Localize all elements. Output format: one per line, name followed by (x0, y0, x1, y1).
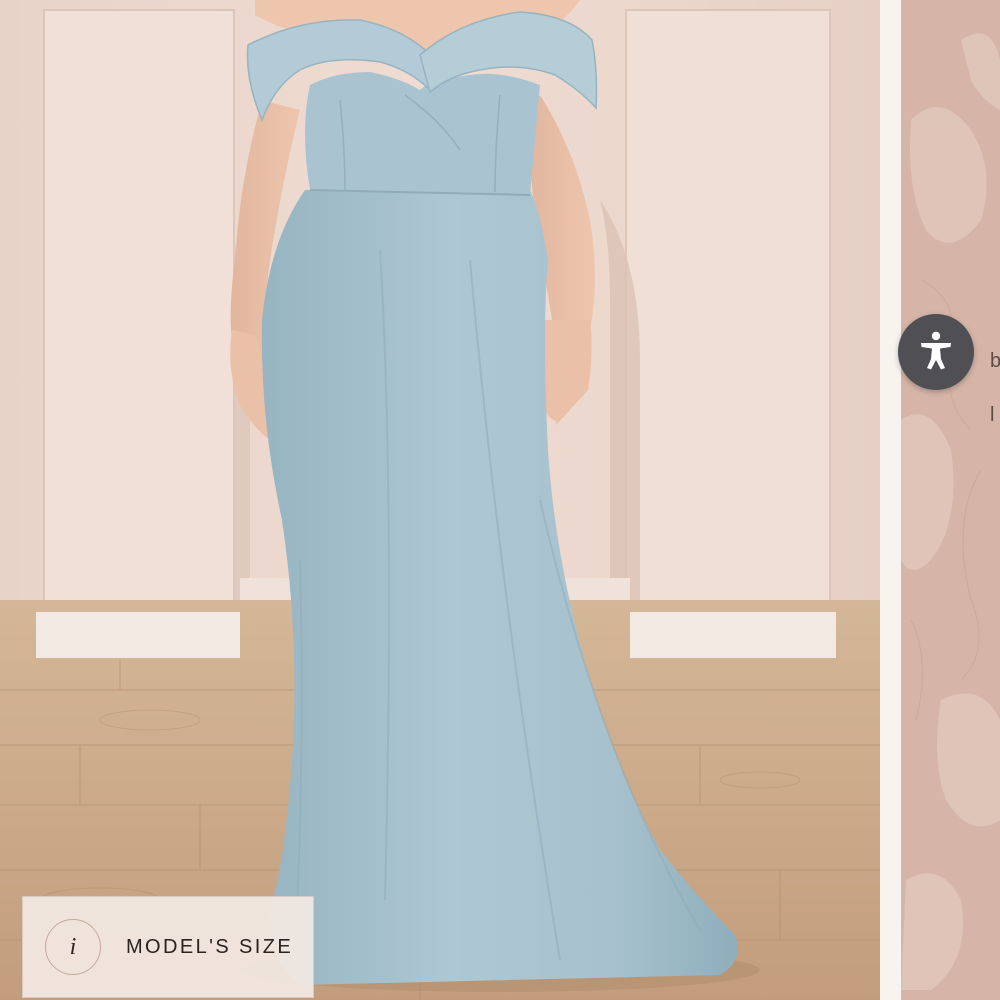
gallery-gutter (880, 0, 901, 1000)
accessibility-person-icon (914, 328, 958, 377)
model-size-button[interactable]: i MODEL'S SIZE (22, 896, 314, 998)
model-size-label: MODEL'S SIZE (126, 935, 294, 958)
info-icon: i (45, 919, 101, 975)
side-peek-text-1: b (990, 350, 1000, 372)
next-gallery-image[interactable] (901, 0, 1000, 1000)
side-peek-text-2: l (990, 404, 995, 426)
product-gallery: b l i MODEL'S SIZE (0, 0, 1000, 1000)
accessibility-button[interactable] (898, 314, 974, 390)
product-main-image[interactable] (0, 0, 880, 1000)
